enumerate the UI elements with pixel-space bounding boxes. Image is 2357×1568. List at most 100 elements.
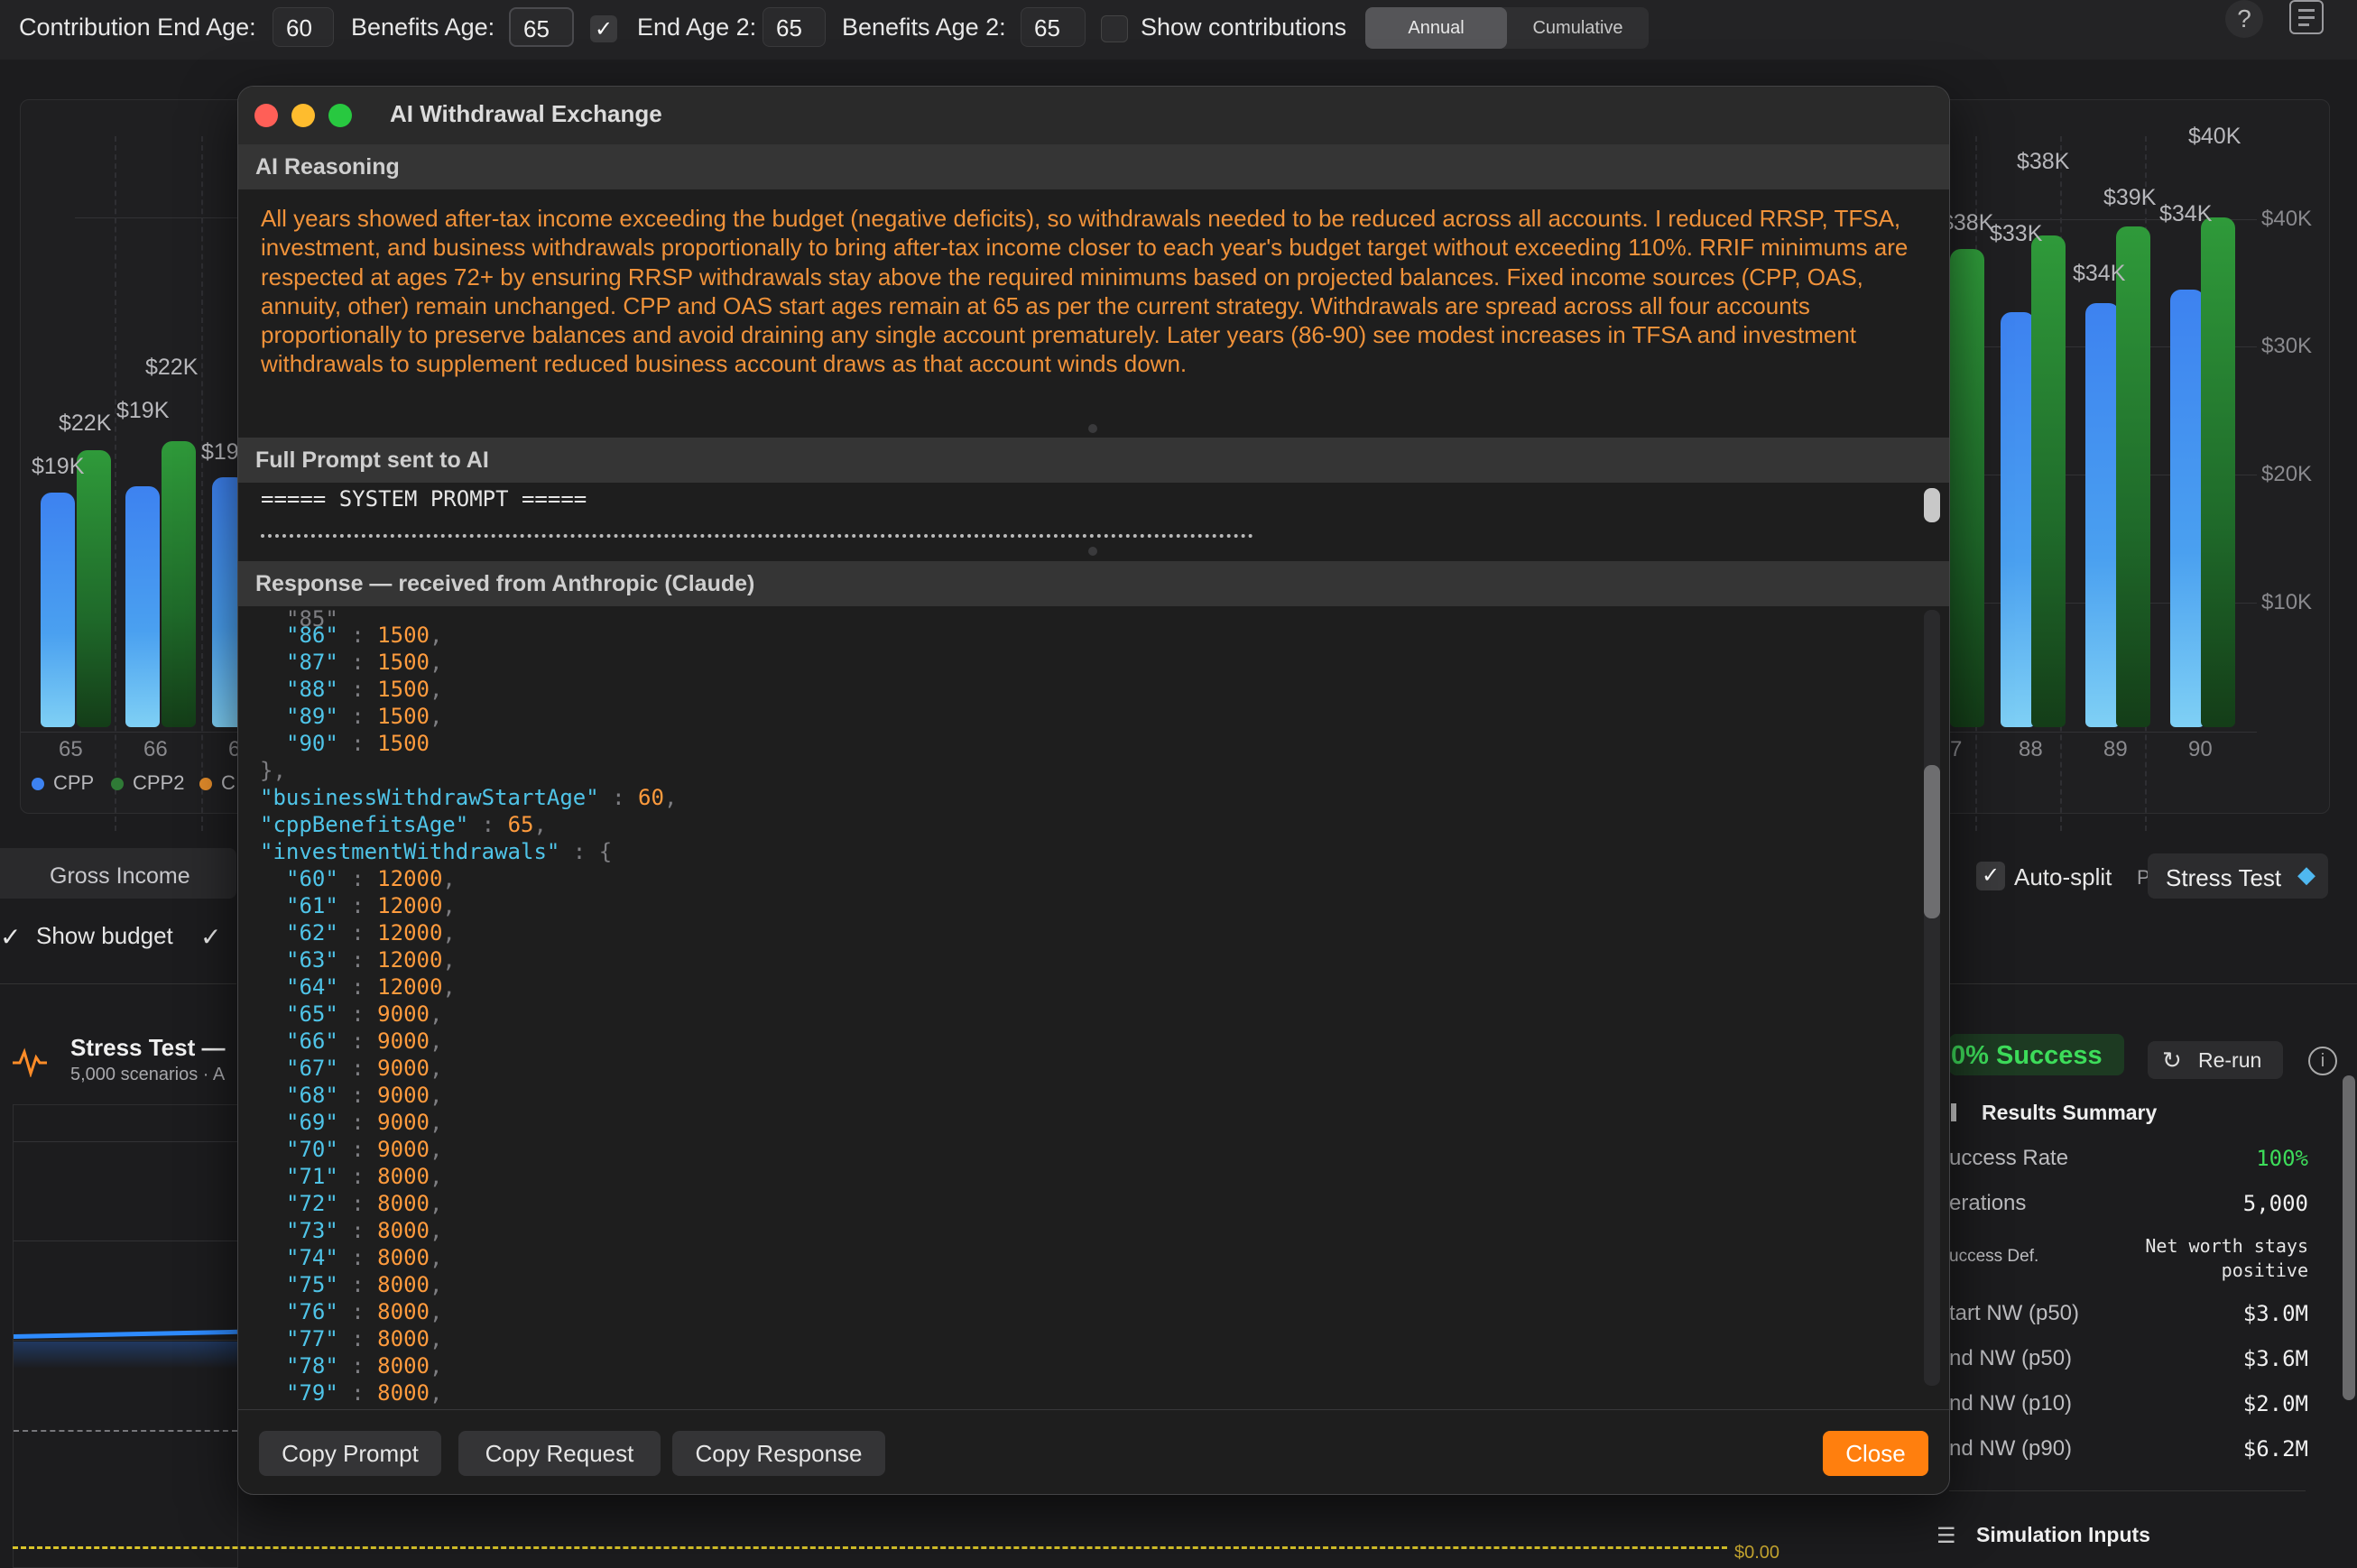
code-line: "60" : 12000,: [286, 866, 456, 891]
pulse-icon: [13, 1047, 47, 1077]
code-line: "64" : 12000,: [286, 974, 456, 1000]
bar-value-label: $34K: [2073, 261, 2126, 286]
end-nw-p90-value: $6.2M: [2242, 1436, 2308, 1462]
benefits-age-2-field[interactable]: 65: [1021, 7, 1086, 47]
code-line: "74" : 8000,: [286, 1245, 443, 1270]
x-tick-label: 89: [2103, 737, 2128, 761]
close-window-button[interactable]: [254, 104, 278, 127]
success-def-label: uccess Def.: [1949, 1247, 2039, 1266]
code-line: "90" : 1500: [286, 731, 430, 756]
copy-prompt-button[interactable]: Copy Prompt: [259, 1431, 441, 1476]
stress-test-button[interactable]: Stress Test ◆: [2148, 853, 2328, 899]
code-line: "77" : 8000,: [286, 1326, 443, 1351]
end-age-2-checkbox[interactable]: ✓: [590, 15, 617, 42]
refresh-icon: ↻: [2162, 1047, 2182, 1074]
right-panel-scrollbar[interactable]: [2343, 1075, 2355, 1400]
ai-withdrawal-exchange-dialog: AI Withdrawal Exchange AI Reasoning All …: [237, 86, 1950, 1495]
x-axis-line: [21, 732, 246, 733]
legend-cpp2: CPP2: [133, 771, 185, 794]
code-line: "63" : 12000,: [286, 947, 456, 973]
gross-income-tab[interactable]: Gross Income: [0, 848, 236, 899]
stress-test-title: Stress Test —: [70, 1034, 226, 1061]
sliders-icon: ☰: [1936, 1524, 1956, 1548]
close-button[interactable]: Close: [1823, 1431, 1928, 1476]
divider: [1949, 1490, 2306, 1491]
code-line: "87" : 1500,: [286, 650, 443, 675]
bar-cpp2-89[interactable]: [2116, 226, 2150, 727]
legend-dot-other: [199, 778, 212, 790]
end-nw-p90-label: nd NW (p90): [1949, 1436, 2073, 1461]
left-chart-panel: $19K $22K $22K $19K $19 65 66 6 CPP CPP2…: [20, 99, 247, 831]
bar-cpp2-65[interactable]: [77, 450, 111, 727]
auto-split-checkbox[interactable]: ✓: [1976, 862, 2005, 890]
x-tick-label: 65: [59, 737, 83, 761]
resize-handle[interactable]: [1088, 424, 1097, 433]
code-line: "89" : 1500,: [286, 704, 443, 729]
start-nw-p50-value: $3.0M: [2242, 1301, 2308, 1326]
contribution-end-age-field[interactable]: 60: [273, 7, 334, 47]
prompt-scrollbar[interactable]: [1924, 488, 1940, 522]
show-budget-label: Show budget: [36, 922, 173, 949]
prompt-clipped-line: [238, 527, 1926, 540]
bar-cpp2-87[interactable]: [1950, 249, 1984, 727]
bar-cpp2-88[interactable]: [2031, 235, 2066, 727]
minimize-window-button[interactable]: [291, 104, 315, 127]
show-contributions-label: Show contributions: [1141, 14, 1347, 41]
bar-cpp-89[interactable]: [2085, 303, 2120, 727]
gridline: [201, 136, 203, 831]
bar-value-label: $34K: [2159, 201, 2213, 226]
code-line: "88" : 1500,: [286, 677, 443, 702]
annual-segment[interactable]: Annual: [1365, 7, 1507, 49]
ai-reasoning-text: All years showed after-tax income exceed…: [261, 205, 1909, 378]
bar-value-label: $19K: [116, 398, 170, 423]
title-bar: AI Withdrawal Exchange: [238, 87, 1949, 144]
secondary-checkbox[interactable]: ✓: [200, 922, 221, 952]
help-icon[interactable]: ?: [2225, 0, 2263, 38]
info-icon[interactable]: i: [2308, 1047, 2337, 1075]
code-line: "cppBenefitsAge" : 65,: [260, 812, 547, 837]
contribution-end-age-label: Contribution End Age:: [19, 14, 256, 41]
show-contributions-checkbox[interactable]: [1101, 15, 1128, 42]
resize-handle[interactable]: [1088, 547, 1097, 556]
rerun-button[interactable]: ↻ Re-run: [2148, 1041, 2283, 1079]
bar-cpp2-66[interactable]: [162, 441, 196, 727]
end-nw-p50-value: $3.6M: [2242, 1346, 2308, 1371]
code-line: "66" : 9000,: [286, 1028, 443, 1054]
legend-cpp: CPP: [53, 771, 95, 794]
show-budget-checkbox[interactable]: ✓: [0, 922, 21, 952]
copy-response-button[interactable]: Copy Response: [672, 1431, 885, 1476]
x-tick-label: 7: [1950, 737, 1963, 761]
stress-chart-area: [13, 1104, 238, 1568]
divider: [0, 983, 236, 984]
bar-cpp-65[interactable]: [41, 493, 75, 727]
response-json-viewer[interactable]: "85" "86" : 1500, "87" : 1500, "88" : 15…: [238, 606, 1922, 1413]
y-tick-label: $30K: [2261, 334, 2313, 358]
median-line: [13, 1329, 237, 1339]
zoom-window-button[interactable]: [328, 104, 352, 127]
code-line: "86" : 1500,: [286, 623, 443, 648]
bar-cpp2-90[interactable]: [2201, 217, 2235, 727]
code-line: "65" : 9000,: [286, 1001, 443, 1027]
cumulative-segment[interactable]: Cumulative: [1507, 7, 1649, 49]
prompt-first-line: ===== SYSTEM PROMPT =====: [261, 486, 587, 512]
stress-test-subtitle: 5,000 scenarios · A: [70, 1065, 226, 1084]
code-line: },: [260, 758, 286, 783]
iterations-label: erations: [1949, 1191, 2027, 1215]
simulation-inputs-label[interactable]: Simulation Inputs: [1976, 1523, 2150, 1547]
response-scrollbar[interactable]: [1924, 765, 1940, 918]
benefits-age-field[interactable]: 65: [509, 7, 574, 47]
x-axis-line: [1896, 732, 2257, 733]
budget-value-label: $0.00: [1734, 1543, 1780, 1563]
confidence-band: [14, 1342, 237, 1369]
code-line: "68" : 9000,: [286, 1083, 443, 1108]
end-age-2-field[interactable]: 65: [763, 7, 826, 47]
bar-cpp-88[interactable]: [2001, 312, 2035, 727]
copy-request-button[interactable]: Copy Request: [458, 1431, 661, 1476]
report-icon[interactable]: [2289, 0, 2324, 34]
success-def-value: Net worth stays positive: [2145, 1235, 2308, 1281]
bar-cpp-90[interactable]: [2170, 290, 2204, 727]
y-tick-label: $10K: [2261, 590, 2313, 614]
bar-cpp-66[interactable]: [125, 486, 160, 727]
auto-split-label: Auto-split: [2014, 863, 2112, 890]
ai-reasoning-header: AI Reasoning: [238, 144, 1949, 189]
